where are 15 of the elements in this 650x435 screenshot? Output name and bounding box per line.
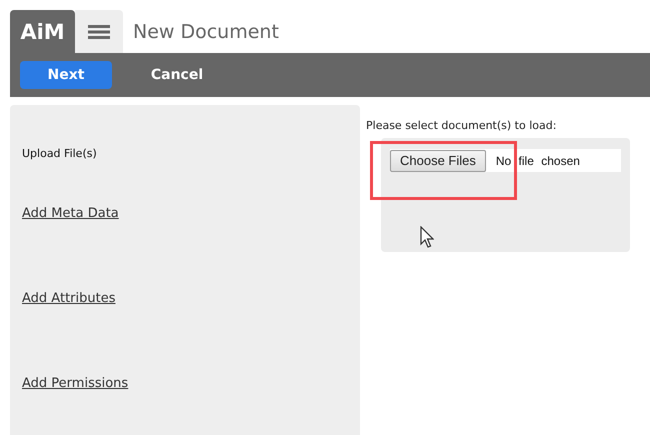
- menu-icon: [88, 24, 110, 38]
- menu-button[interactable]: [75, 10, 123, 53]
- page-title: New Document: [133, 20, 279, 44]
- cursor-icon: [420, 226, 434, 248]
- file-status: No file chosen: [496, 154, 580, 168]
- sidebar-link[interactable]: Add Meta Data: [22, 190, 360, 275]
- sidebar-link[interactable]: Add Attributes: [22, 275, 360, 360]
- choose-files-button[interactable]: Choose Files: [390, 150, 486, 172]
- cancel-button[interactable]: Cancel: [122, 61, 232, 89]
- file-input[interactable]: Choose Files No file chosen: [390, 149, 621, 172]
- app-logo: AiM: [10, 10, 75, 53]
- sidebar-link[interactable]: Add Permissions: [22, 360, 360, 435]
- next-button[interactable]: Next: [20, 61, 112, 89]
- upload-label: Please select document(s) to load:: [366, 119, 558, 132]
- section-label: Upload File(s): [22, 147, 98, 162]
